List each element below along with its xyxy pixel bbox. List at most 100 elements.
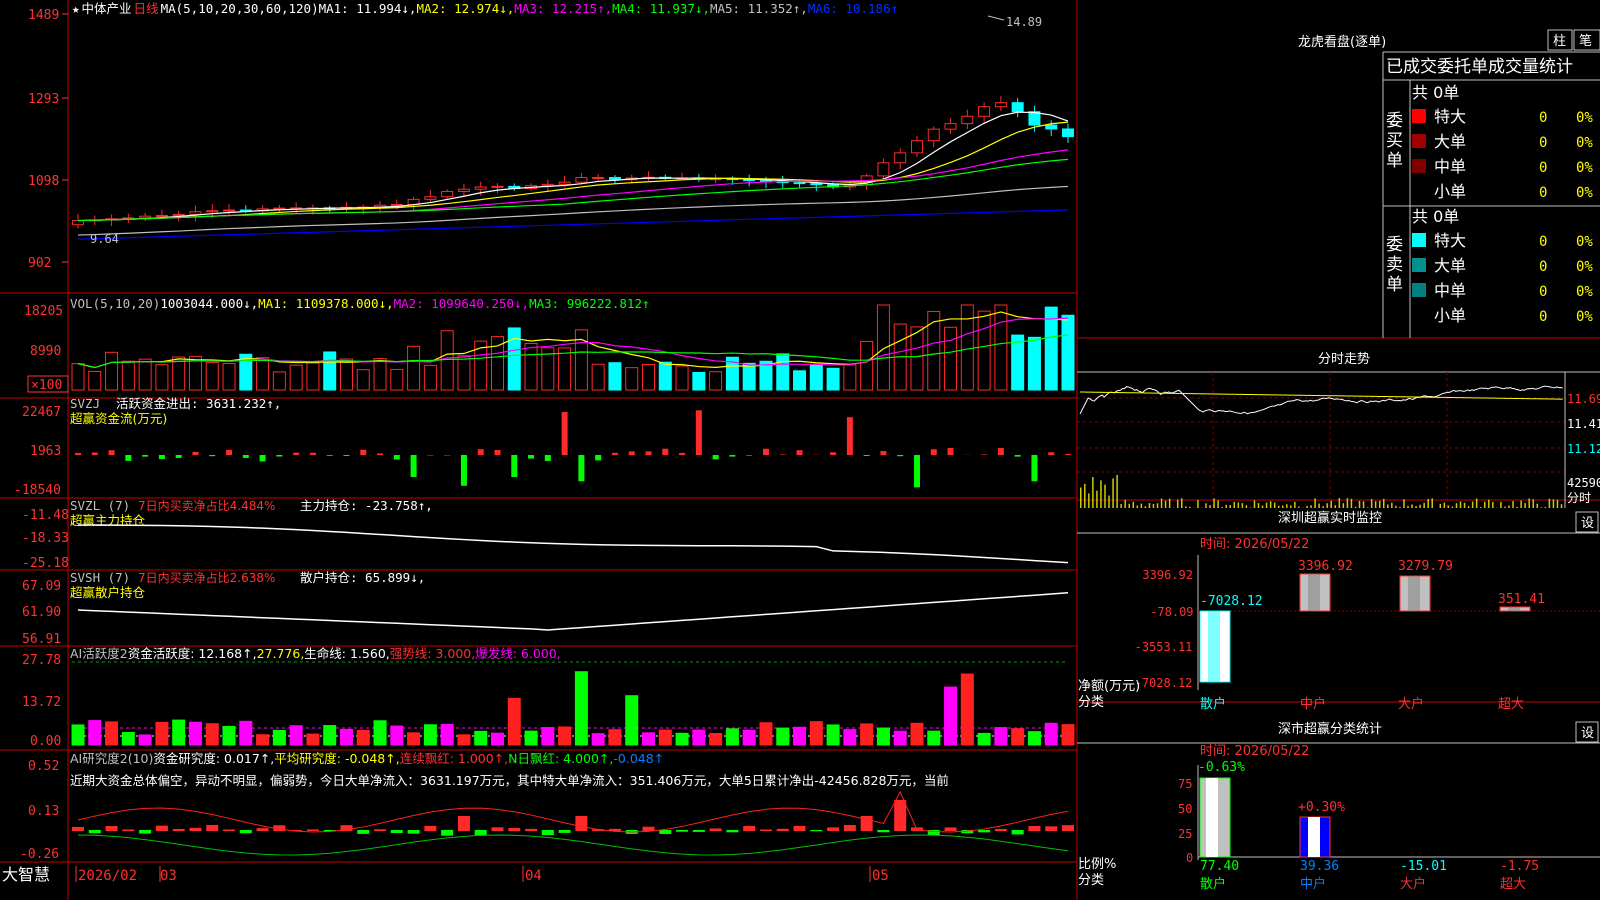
intraday-volume <box>1310 505 1312 508</box>
divider <box>987 15 1005 21</box>
intraday-volume <box>1346 498 1349 508</box>
research-bar <box>172 828 185 831</box>
candle[interactable] <box>961 115 974 125</box>
research-bar <box>1045 826 1058 831</box>
candle[interactable] <box>1011 102 1024 113</box>
intraday-volume <box>1378 500 1381 508</box>
candle[interactable] <box>944 123 957 130</box>
bar-shade <box>1508 607 1520 611</box>
research-bar <box>72 827 84 831</box>
fundflow-bar <box>544 455 551 461</box>
volume-bar <box>272 371 286 391</box>
buy-label: 买 <box>1386 131 1403 151</box>
candle[interactable] <box>424 196 437 200</box>
intraday-volume <box>1112 478 1114 508</box>
fundflow-bar <box>947 448 954 455</box>
header-text: MA(5,10,20,30,60,120) <box>161 1 319 16</box>
sz-class-axis: 50 <box>1178 802 1192 816</box>
activity-bar <box>188 721 202 746</box>
candle[interactable] <box>273 207 286 210</box>
activity-bar <box>675 732 689 746</box>
buy-total: 共 0单 <box>1412 83 1459 102</box>
intraday-volume <box>1524 503 1526 508</box>
ma6-line <box>77 209 1069 240</box>
candle[interactable] <box>390 203 403 206</box>
candle[interactable] <box>1028 111 1041 126</box>
svzl-axis: -11.48 <box>22 508 69 523</box>
candle[interactable] <box>994 102 1007 108</box>
sell-total: 共 0单 <box>1412 207 1459 226</box>
candle[interactable] <box>1062 128 1074 138</box>
candle[interactable] <box>978 106 991 117</box>
candle[interactable] <box>592 177 605 180</box>
intraday-volume <box>1447 505 1450 508</box>
activity-bar <box>507 697 521 746</box>
intraday-volume <box>1350 498 1353 508</box>
candle[interactable] <box>894 152 907 164</box>
candle[interactable] <box>877 162 890 177</box>
fundflow-bar <box>293 452 300 455</box>
volume-bar <box>625 367 639 391</box>
candle[interactable] <box>172 213 185 216</box>
candle[interactable] <box>72 220 84 226</box>
candle[interactable] <box>206 210 219 213</box>
sz-class-top: -0.63% <box>1198 760 1245 775</box>
candle[interactable] <box>910 140 923 154</box>
ai2-red-line <box>77 790 1069 833</box>
activity-bar <box>658 729 672 746</box>
volume-bar <box>910 326 924 391</box>
volume-bar <box>843 364 857 391</box>
volume-bar <box>155 364 169 391</box>
intraday-volume <box>1160 498 1163 508</box>
intraday-axis: 11.12 <box>1567 442 1600 456</box>
sz-monitor-title: 深圳超赢实时监控 <box>1278 510 1382 526</box>
candle[interactable] <box>1045 124 1058 130</box>
order-type: 小单 <box>1434 182 1466 201</box>
intraday-volume <box>1108 495 1110 508</box>
activity-bar <box>306 733 320 746</box>
volume-bar <box>339 358 353 391</box>
order-pct: 0% <box>1576 185 1593 201</box>
candle[interactable] <box>927 128 940 142</box>
candle[interactable] <box>558 181 571 185</box>
candle[interactable] <box>810 183 823 186</box>
fundflow-bar <box>897 455 904 457</box>
intraday-volume <box>1128 503 1130 508</box>
candle[interactable] <box>793 182 806 185</box>
legend-swatch <box>1412 159 1426 173</box>
candle[interactable] <box>155 214 168 217</box>
lhb-title: 龙虎看盘(逐单) <box>1298 34 1386 50</box>
research-bar <box>424 825 437 831</box>
legend-swatch <box>1412 134 1426 148</box>
sz-monitor-category: 大户 <box>1398 696 1424 712</box>
fundflow-bar <box>930 449 937 455</box>
candle[interactable] <box>491 185 504 188</box>
research-bar <box>541 830 554 836</box>
candle[interactable] <box>575 177 588 183</box>
intraday-volume <box>1508 505 1510 508</box>
intraday-volume <box>1403 499 1405 508</box>
chart-canvas[interactable]: 1489 1293 1098 902 14.89 9.64 ★ 中体产业 日线 MA(5,10,… <box>0 0 1600 900</box>
candle[interactable] <box>457 188 470 192</box>
intraday-volume <box>1290 505 1292 508</box>
candle[interactable] <box>223 209 236 212</box>
sz-monitor-category: 中户 <box>1300 696 1326 712</box>
candle[interactable] <box>541 183 554 187</box>
fundflow-bar <box>360 449 367 455</box>
activity-bar <box>289 725 303 746</box>
candle[interactable] <box>189 211 202 215</box>
candle[interactable] <box>139 215 152 219</box>
candle[interactable] <box>474 186 487 190</box>
fundflow-bar <box>695 410 702 455</box>
order-type: 特大 <box>1434 231 1466 250</box>
header-text: MA6: 10.186↑ <box>808 1 898 16</box>
fundflow-bar <box>662 448 669 455</box>
activity-bar <box>1011 728 1025 746</box>
activity-bar <box>608 729 622 746</box>
price-axis-label: 1293 <box>28 92 59 107</box>
activity-bar <box>809 721 823 746</box>
research-bar <box>508 828 521 831</box>
activity-bar <box>356 730 370 746</box>
header-text: MA3: 12.215↑, <box>514 1 612 16</box>
candle[interactable] <box>441 190 454 198</box>
